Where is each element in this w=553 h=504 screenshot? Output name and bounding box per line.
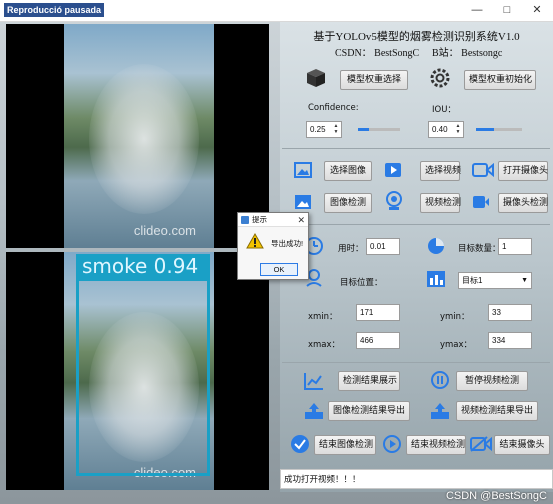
divider: [282, 362, 550, 363]
spin-arrows-icon[interactable]: ▲ ▼: [332, 123, 340, 136]
line-chart-icon: [304, 373, 323, 390]
control-panel: 基于YOLOv5模型的烟雾检测识别系统V1.0 CSDN： BestSongC …: [280, 22, 553, 492]
chevron-down-icon: ▼: [521, 277, 528, 284]
detection-video-panel: clideo.com smoke 0.94: [6, 252, 269, 490]
upload-icon: [431, 403, 449, 419]
confidence-label: Confidence:: [308, 103, 359, 113]
message-dialog: 提示 ✕ 导出成功! OK: [237, 212, 309, 280]
cube-icon: [307, 69, 325, 87]
watermark: clideo.com: [133, 223, 196, 238]
ymin-field: 33: [488, 304, 532, 321]
dialog-title-bar: 提示 ✕: [238, 213, 308, 227]
webcam-icon: [386, 191, 402, 210]
pause-icon: [431, 371, 449, 389]
camera-detect-icon: [473, 196, 489, 208]
xmin-label: xmin：: [308, 312, 338, 322]
image-detect-button[interactable]: 图像检测: [324, 193, 372, 213]
bar-chart-icon: [427, 271, 445, 287]
iou-slider[interactable]: [476, 128, 522, 131]
video-frame: clideo.com: [64, 24, 214, 248]
ymax-field: 334: [488, 332, 532, 349]
pause-video-button[interactable]: 暂停视频检测: [456, 371, 528, 391]
dialog-close-button[interactable]: ✕: [297, 213, 305, 227]
app-window: Reproducció pausada — □ ✕ clideo.com cli…: [0, 0, 553, 504]
iou-value: 0.40: [432, 125, 448, 134]
warning-icon: [246, 233, 264, 249]
end-camera-button[interactable]: 结束摄像头: [494, 435, 550, 455]
confidence-spinbox[interactable]: 0.25 ▲ ▼: [306, 121, 342, 138]
end-video-button[interactable]: 结束视频检测: [406, 435, 466, 455]
count-field: 1: [498, 238, 532, 255]
target-select[interactable]: 目标1 ▼: [458, 272, 532, 289]
confidence-slider[interactable]: [358, 128, 400, 131]
status-bar: 成功打开视频！！！: [280, 469, 553, 489]
camera-off-icon: [470, 436, 492, 452]
select-image-button[interactable]: 选择图像: [324, 161, 372, 181]
close-button[interactable]: ✕: [525, 2, 549, 18]
camera-icon: [472, 163, 494, 177]
target-select-value: 目标1: [462, 276, 483, 285]
show-results-button[interactable]: 检测结果展示: [338, 371, 400, 391]
window-controls: — □ ✕: [465, 2, 549, 18]
export-video-button[interactable]: 视频检测结果导出: [456, 401, 538, 421]
video-file-icon: [385, 163, 401, 177]
init-weights-button[interactable]: 模型权重初始化: [464, 70, 536, 90]
csdn-credit: CSDN： BestSongC: [335, 48, 420, 59]
gear-icon: [430, 68, 450, 88]
dialog-title: 提示: [252, 215, 267, 224]
video-detect-button[interactable]: 视频检测: [420, 193, 461, 213]
title-bar: Reproducció pausada — □ ✕: [0, 0, 553, 22]
iou-label: IOU：: [432, 105, 456, 115]
minimize-button[interactable]: —: [465, 2, 489, 18]
divider: [282, 148, 550, 149]
detection-box: [76, 278, 210, 476]
ymax-label: ymax：: [440, 340, 473, 350]
ymin-label: ymin：: [440, 312, 470, 322]
time-label: 用时：: [338, 244, 364, 254]
author-watermark: CSDN @BestSongC: [445, 490, 547, 502]
xmin-field: 171: [356, 304, 400, 321]
end-image-button[interactable]: 结束图像检测: [314, 435, 376, 455]
playback-badge: Reproducció pausada: [4, 3, 105, 17]
iou-spinbox[interactable]: 0.40 ▲ ▼: [428, 121, 464, 138]
check-circle-icon: [291, 435, 309, 453]
original-video-panel: clideo.com: [6, 24, 269, 248]
image-icon: [294, 162, 312, 178]
app-title: 基于YOLOv5模型的烟雾检测识别系统V1.0: [313, 31, 520, 43]
detection-label: smoke 0.94: [76, 254, 210, 278]
time-field: 0.01: [366, 238, 400, 255]
ok-button[interactable]: OK: [260, 263, 298, 276]
confidence-slider-fill: [358, 128, 369, 131]
confidence-value: 0.25: [310, 125, 326, 134]
smoke-plume: [89, 64, 199, 214]
play-circle-icon: [383, 435, 401, 453]
pie-chart-icon: [428, 238, 444, 254]
dialog-message: 导出成功!: [271, 239, 304, 248]
select-weights-button[interactable]: 模型权重选择: [340, 70, 408, 90]
maximize-button[interactable]: □: [495, 2, 519, 18]
upload-icon: [305, 403, 323, 419]
xmax-field: 466: [356, 332, 400, 349]
app-icon: [241, 216, 249, 224]
position-label: 目标位置：: [340, 278, 383, 288]
image-detect-icon: [295, 195, 311, 209]
divider: [282, 224, 550, 225]
iou-slider-fill: [476, 128, 495, 131]
xmax-label: xmax：: [308, 340, 341, 350]
bilibili-credit: B站： Bestsongc: [432, 48, 503, 59]
count-label: 目标数量：: [458, 244, 501, 254]
camera-detect-button[interactable]: 摄像头检测: [498, 193, 548, 213]
select-video-button[interactable]: 选择视频: [420, 161, 461, 181]
spin-arrows-icon[interactable]: ▲ ▼: [454, 123, 462, 136]
export-image-button[interactable]: 图像检测结果导出: [328, 401, 410, 421]
open-camera-button[interactable]: 打开摄像头: [498, 161, 548, 181]
